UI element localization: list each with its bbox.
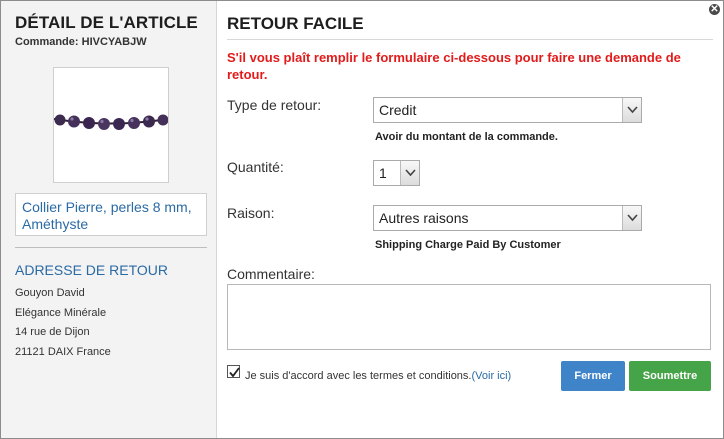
address-line: 21121 DAIX France [15, 345, 111, 358]
return-type-label: Type de retour: [227, 97, 322, 113]
reason-hint: Shipping Charge Paid By Customer [375, 239, 561, 251]
chevron-down-icon [622, 206, 641, 230]
terms-checkbox[interactable] [227, 365, 240, 378]
item-detail-panel: DÉTAIL DE L'ARTICLE Commande: HIVCYABJW [1, 1, 217, 438]
chevron-down-icon [622, 98, 641, 122]
product-image [53, 67, 169, 183]
return-type-value: Credit [379, 102, 417, 118]
checkmark-icon [229, 367, 240, 378]
address-line: Elégance Minérale [15, 306, 107, 319]
return-address-title: ADRESSE DE RETOUR [15, 262, 168, 278]
terms-link[interactable]: (Voir ici) [471, 370, 511, 382]
quantity-label: Quantité: [227, 159, 284, 175]
chevron-down-icon [400, 161, 419, 185]
order-label: Commande: [15, 36, 79, 48]
reason-select[interactable]: Autres raisons [373, 205, 642, 231]
divider [15, 247, 207, 248]
quantity-select[interactable]: 1 [373, 160, 420, 186]
address-line: Gouyon David [15, 287, 85, 299]
terms-label: Je suis d'accord avec les termes et cond… [245, 370, 472, 382]
item-detail-title: DÉTAIL DE L'ARTICLE [15, 13, 198, 32]
order-number: Commande: HIVCYABJW [15, 36, 147, 48]
comment-textarea[interactable] [227, 284, 711, 350]
submit-button[interactable]: Soumettre [629, 361, 711, 391]
return-type-hint: Avoir du montant de la commande. [375, 131, 558, 143]
product-name[interactable]: Collier Pierre, perles 8 mm, Améthyste [15, 193, 207, 236]
quantity-value: 1 [379, 165, 387, 181]
divider [227, 39, 713, 40]
return-modal: DÉTAIL DE L'ARTICLE Commande: HIVCYABJW [0, 0, 724, 439]
terms-text: Je suis d'accord avec les termes et cond… [245, 370, 511, 382]
comment-label: Commentaire: [227, 266, 315, 282]
return-address: Gouyon David Elégance Minérale 14 rue de… [15, 284, 111, 362]
address-line: 14 rue de Dijon [15, 326, 90, 338]
close-button[interactable]: Fermer [561, 361, 625, 391]
return-type-select[interactable]: Credit [373, 97, 642, 123]
reason-label: Raison: [227, 205, 275, 221]
order-value: HIVCYABJW [81, 36, 147, 48]
reason-value: Autres raisons [379, 210, 469, 226]
form-title: RETOUR FACILE [227, 14, 364, 33]
close-icon[interactable]: ✕ [708, 3, 721, 16]
form-warning: S'il vous plaît remplir le formulaire ci… [227, 50, 681, 82]
